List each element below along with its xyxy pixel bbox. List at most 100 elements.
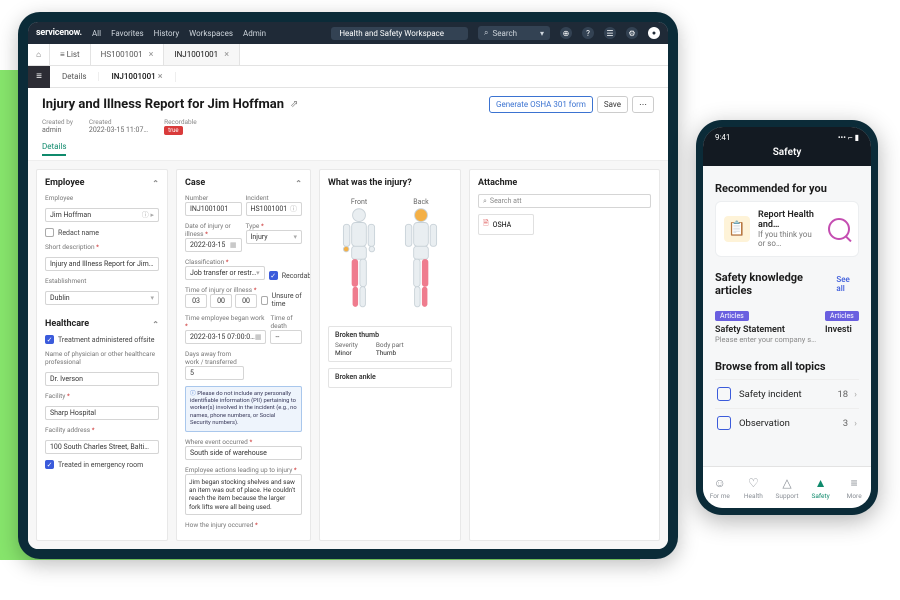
nav-favorites[interactable]: Favorites: [111, 29, 144, 38]
time-min-field[interactable]: 00: [210, 294, 232, 308]
notifications-icon[interactable]: ☰: [604, 27, 616, 39]
phone-status-bar: 9:41 ••• ⌐ ▮: [703, 127, 871, 147]
global-nav: All Favorites History Workspaces Admin: [92, 29, 266, 38]
nav-support[interactable]: △Support: [770, 467, 804, 508]
gear-icon[interactable]: ⚙: [626, 27, 638, 39]
attachments-search[interactable]: ⌕Search att: [478, 194, 651, 208]
chevron-up-icon[interactable]: ⌃: [152, 320, 159, 329]
page-header: Injury and Illness Report for Jim Hoffma…: [28, 88, 668, 161]
redact-name-checkbox[interactable]: Redact name: [45, 228, 159, 237]
calendar-icon: ▦: [230, 241, 237, 249]
short-description-field[interactable]: Injury and Illness Report for Jim Hoffma…: [45, 257, 159, 271]
injury-card[interactable]: Broken thumb SeverityMinor Body partThum…: [328, 326, 452, 362]
close-icon[interactable]: ×: [149, 50, 154, 60]
see-all-link[interactable]: See all: [836, 275, 859, 293]
page-title: Injury and Illness Report for Jim Hoffma…: [42, 97, 284, 112]
generate-osha-button[interactable]: Generate OSHA 301 form: [489, 96, 593, 113]
facility-field[interactable]: Sharp Hospital: [45, 406, 159, 420]
nav-admin[interactable]: Admin: [243, 29, 266, 38]
close-icon[interactable]: ×: [158, 72, 163, 82]
global-header: servicenow. All Favorites History Worksp…: [28, 22, 668, 44]
phone-bottom-nav: ☺For me ♡Health △Support ▲Safety ≡More: [703, 466, 871, 508]
injury-date-field[interactable]: 2022-03-15▦: [185, 238, 242, 252]
desktop-frame: servicenow. All Favorites History Worksp…: [18, 12, 678, 559]
body-diagram-back[interactable]: [397, 206, 445, 316]
unsure-time-checkbox[interactable]: Unsure of time: [261, 292, 302, 308]
topic-icon: [717, 416, 731, 430]
subtab-details[interactable]: Details: [50, 72, 99, 81]
section-injury: What was the injury?: [328, 178, 412, 188]
more-actions-button[interactable]: ⋯: [632, 96, 654, 113]
employee-field[interactable]: Jim Hoffmanⓘ ▸: [45, 208, 159, 222]
created-date: 2022-03-15 11:07…: [89, 126, 148, 134]
treated-offsite-checkbox[interactable]: ✓Treatment administered offsite: [45, 335, 159, 344]
nav-history[interactable]: History: [154, 29, 179, 38]
file-icon: 🗎: [483, 219, 489, 230]
save-button[interactable]: Save: [597, 96, 628, 113]
form-tab-details[interactable]: Details: [42, 142, 66, 156]
topic-safety-incident[interactable]: Safety incident 18 ›: [715, 379, 859, 408]
incident-field[interactable]: HS1001001ⓘ: [246, 202, 303, 216]
where-occurred-field[interactable]: South side of warehouse: [185, 446, 302, 460]
days-away-field[interactable]: 5: [185, 366, 244, 380]
recommended-heading: Recommended for you: [715, 182, 859, 195]
type-select[interactable]: Injury▾: [246, 230, 303, 244]
sidebar-rail-icon[interactable]: ≡: [28, 66, 50, 88]
article-card[interactable]: Articles Investi: [825, 303, 859, 344]
open-record-icon[interactable]: ⇗: [290, 99, 298, 110]
began-work-field[interactable]: 2022-03-15 07:00:0…▦: [185, 330, 266, 344]
more-icon: ≡: [851, 476, 858, 490]
nav-health[interactable]: ♡Health: [737, 467, 771, 508]
chevron-right-icon: ›: [854, 389, 857, 400]
browse-heading: Browse from all topics: [715, 360, 859, 373]
treated-er-checkbox[interactable]: ✓Treated in emergency room: [45, 460, 159, 469]
brand-logo: servicenow.: [36, 28, 82, 38]
calendar-icon: ▦: [255, 333, 262, 341]
home-icon[interactable]: ⌂: [28, 44, 50, 65]
subtab-record[interactable]: INJ1001001 ×: [99, 72, 175, 82]
section-attachments: Attachme: [478, 178, 517, 188]
articles-heading: Safety knowledge articles: [715, 271, 836, 297]
topic-observation[interactable]: Observation 3 ›: [715, 408, 859, 437]
close-icon[interactable]: ×: [224, 50, 229, 60]
tab-list[interactable]: ≡ List: [50, 44, 91, 65]
time-hour-field[interactable]: 03: [185, 294, 207, 308]
nav-workspaces[interactable]: Workspaces: [189, 29, 233, 38]
case-number-field[interactable]: INJ1001001: [185, 202, 242, 216]
nav-all[interactable]: All: [92, 29, 101, 38]
establishment-field[interactable]: Dublin▾: [45, 291, 159, 305]
recommended-card[interactable]: 📋 Report Health and… If you think you or…: [715, 201, 859, 257]
nav-safety[interactable]: ▲Safety: [804, 467, 838, 508]
workspace-picker[interactable]: Health and Safety Workspace: [331, 27, 468, 40]
tab-hs[interactable]: HS1001001×: [91, 44, 165, 65]
article-card[interactable]: Articles Safety Statement Please enter y…: [715, 303, 819, 344]
chevron-right-icon: ›: [854, 418, 857, 429]
time-sec-field[interactable]: 00: [235, 294, 257, 308]
attachment-file[interactable]: 🗎OSHA: [478, 214, 534, 235]
physician-field[interactable]: Dr. Iverson: [45, 372, 159, 386]
death-time-field[interactable]: --: [270, 330, 302, 344]
injury-card[interactable]: Broken ankle: [328, 368, 452, 388]
body-diagram-front[interactable]: [335, 206, 383, 316]
chevron-up-icon[interactable]: ⌃: [152, 179, 159, 188]
workspace-tabs: ⌂ ≡ List HS1001001× INJ1001001×: [28, 44, 668, 66]
nav-more[interactable]: ≡More: [837, 467, 871, 508]
person-icon: ☺: [714, 476, 726, 490]
phone-title: Safety: [703, 147, 871, 166]
record-subtabs: ≡ Details INJ1001001 ×: [28, 66, 668, 88]
recordable-checkbox[interactable]: ✓Recordable: [269, 271, 311, 280]
nudge-icon[interactable]: ⊕: [560, 27, 572, 39]
section-case: Case: [185, 178, 205, 188]
nav-for-me[interactable]: ☺For me: [703, 467, 737, 508]
section-employee: Employee: [45, 178, 85, 188]
help-icon[interactable]: ?: [582, 27, 594, 39]
employee-actions-textarea[interactable]: Jim began stocking shelves and saw an it…: [185, 474, 302, 515]
facility-address-field[interactable]: 100 South Charles Street, Baltimore,MD: [45, 440, 159, 454]
tab-inj[interactable]: INJ1001001×: [164, 44, 240, 65]
created-by: admin: [42, 126, 61, 134]
chevron-up-icon[interactable]: ⌃: [295, 179, 302, 188]
avatar[interactable]: ●: [648, 27, 660, 39]
recordable-badge: true: [164, 126, 183, 135]
global-search[interactable]: ⌕ Search ▾: [478, 26, 550, 40]
classification-select[interactable]: Job transfer or restr…▾: [185, 266, 265, 280]
